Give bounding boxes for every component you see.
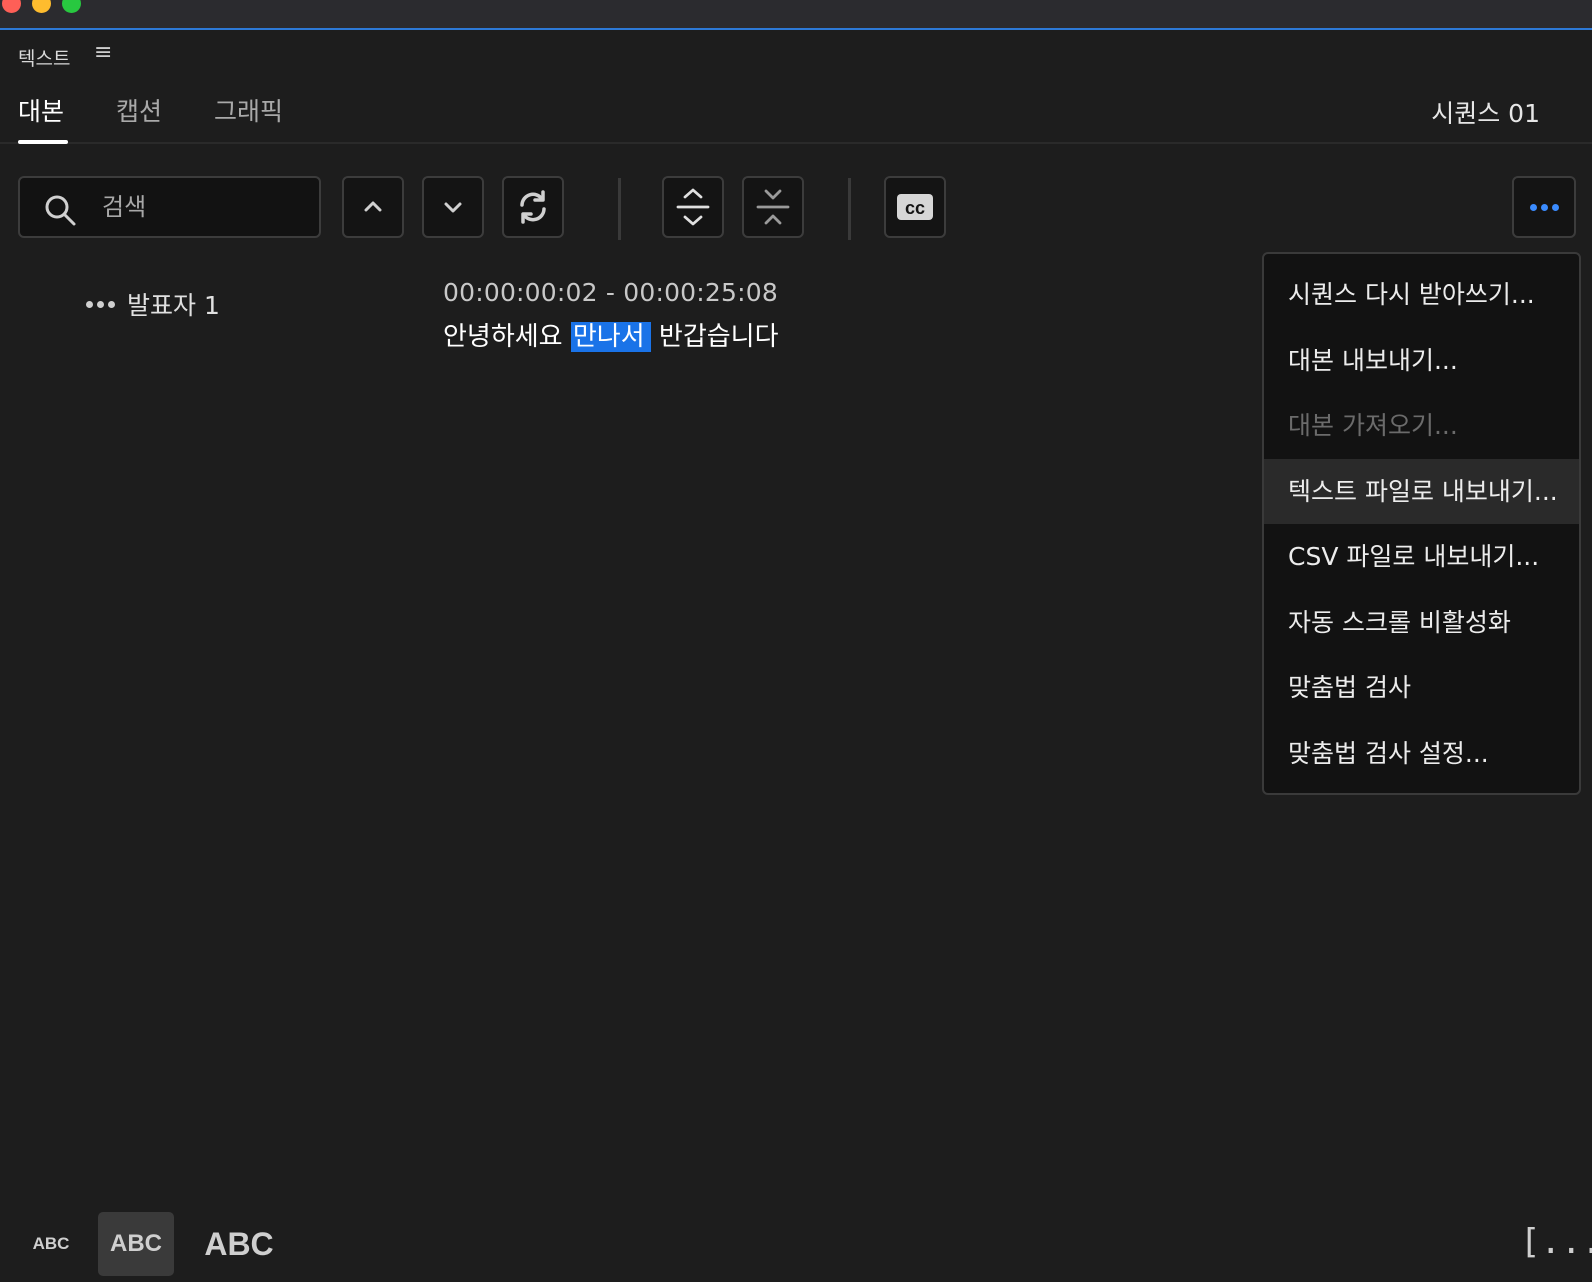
speaker-options-icon[interactable] — [86, 300, 115, 308]
panel-title: 텍스트 — [18, 48, 71, 70]
active-tab-indicator — [18, 140, 68, 144]
replace-button[interactable] — [502, 176, 564, 238]
more-options-button[interactable] — [1512, 176, 1576, 238]
previous-result-button[interactable] — [342, 176, 404, 238]
panel-header: 텍스트 ≡ — [0, 32, 1592, 80]
tab-graphics[interactable]: 그래픽 — [214, 92, 283, 128]
menu-item-spell-check[interactable]: 맞춤법 검사 — [1264, 655, 1579, 721]
menu-item-import-transcript: 대본 가져오기... — [1288, 411, 1458, 440]
sequence-label: 시퀀스 01 — [1431, 99, 1540, 128]
search-box[interactable] — [18, 176, 321, 238]
transcript-text-after[interactable]: 반갑습니다 — [651, 322, 779, 352]
tab-bar: 대본 캡션 그래픽 시퀀스 01 — [0, 82, 1592, 144]
tab-transcript[interactable]: 대본 — [18, 92, 64, 128]
toolbar-divider — [848, 178, 851, 240]
expand-icon — [676, 188, 710, 226]
refresh-icon — [520, 190, 546, 224]
font-size-small-button[interactable]: ABC — [28, 1212, 74, 1276]
more-options-icon — [1529, 203, 1537, 211]
search-input[interactable] — [102, 188, 312, 226]
transcript-text-before[interactable]: 안녕하세요 — [443, 322, 571, 352]
font-size-medium-button[interactable]: ABC — [98, 1212, 174, 1276]
chevron-up-icon — [364, 201, 382, 212]
window-titlebar — [0, 0, 1592, 30]
toolbar-divider — [618, 178, 621, 240]
speaker-name[interactable]: 발표자 1 — [127, 286, 220, 322]
menu-item-export-transcript[interactable]: 대본 내보내기... — [1264, 328, 1579, 394]
menu-item-spell-check-settings[interactable]: 맞춤법 검사 설정... — [1264, 721, 1579, 787]
speaker-row[interactable]: 발표자 1 — [86, 286, 220, 322]
chevron-down-icon — [444, 202, 462, 213]
closed-caption-icon: cc — [897, 194, 933, 220]
collapse-all-button[interactable] — [742, 176, 804, 238]
zoom-window-button[interactable] — [62, 0, 81, 13]
expand-all-button[interactable] — [662, 176, 724, 238]
collapse-icon — [756, 189, 790, 225]
next-result-button[interactable] — [422, 176, 484, 238]
svg-text:cc: cc — [905, 198, 925, 218]
more-options-dot — [1551, 203, 1559, 211]
create-captions-button[interactable]: cc — [884, 176, 946, 238]
tab-captions[interactable]: 캡션 — [116, 92, 162, 128]
menu-item-disable-autoscroll[interactable]: 자동 스크롤 비활성화 — [1264, 590, 1579, 656]
selected-word[interactable]: 만나서 — [570, 322, 651, 352]
menu-item-export-csv[interactable]: CSV 파일로 내보내기... — [1264, 524, 1579, 590]
font-size-large-button[interactable]: ABC — [204, 1212, 274, 1276]
segment-timecode: 00:00:00:02 - 00:00:25:08 — [443, 278, 778, 307]
menu-item-export-text-file[interactable]: 텍스트 파일로 내보내기... — [1264, 458, 1579, 524]
search-icon — [45, 195, 76, 226]
more-options-dot — [1540, 203, 1548, 211]
minimize-window-button[interactable] — [32, 0, 51, 13]
close-window-button[interactable] — [2, 0, 21, 13]
menu-item-retranscribe-sequence[interactable]: 시퀀스 다시 받아쓰기... — [1264, 262, 1579, 328]
options-menu: 시퀀스 다시 받아쓰기... 대본 내보내기... 대본 가져오기... 텍스트… — [1262, 252, 1581, 795]
pauses-toggle-button[interactable]: [...] — [1520, 1222, 1592, 1262]
transcript-text[interactable]: 안녕하세요 만나서 반갑습니다 — [443, 316, 779, 353]
hamburger-menu-icon[interactable]: ≡ — [94, 42, 112, 64]
